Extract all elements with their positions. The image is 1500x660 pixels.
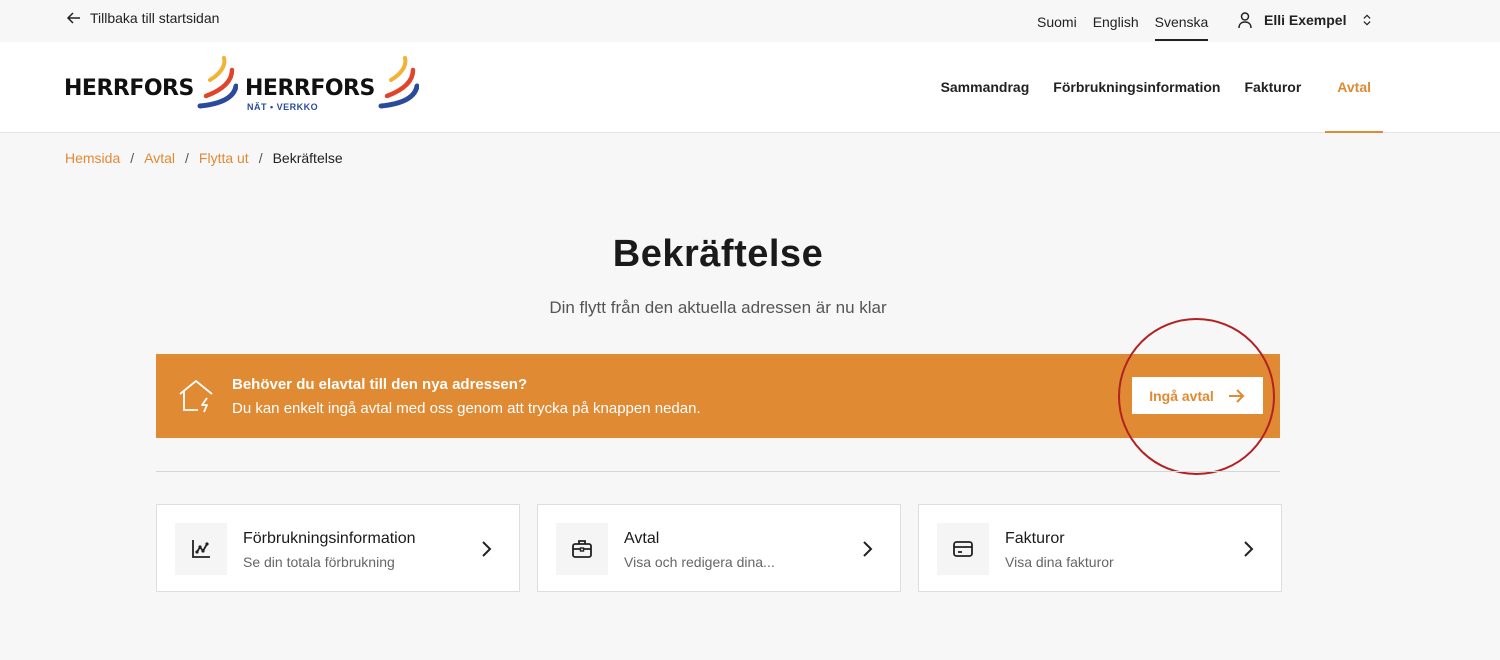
user-menu[interactable]: Elli Exempel [1236, 11, 1374, 29]
briefcase-icon [572, 540, 592, 558]
house-lightning-icon [179, 380, 213, 413]
breadcrumb-link-flytta-ut[interactable]: Flytta ut [199, 150, 249, 166]
nav-item-sammandrag[interactable]: Sammandrag [941, 42, 1030, 133]
herrfors-nat-verkko-logo[interactable]: HERRFORS NÄT • VERKKO [245, 56, 419, 118]
chevron-up-down-icon [1363, 14, 1372, 26]
chart-icon [192, 540, 210, 558]
breadcrumb-current: Bekräftelse [272, 150, 343, 166]
breadcrumb-separator: / [258, 150, 263, 166]
arrow-left-icon [66, 12, 80, 24]
nav-item-fakturor[interactable]: Fakturor [1244, 42, 1301, 133]
nav-item-forbrukningsinformation[interactable]: Förbrukningsinformation [1053, 42, 1220, 133]
section-divider [156, 471, 1280, 472]
nav-item-avtal[interactable]: Avtal [1325, 42, 1383, 133]
main-navigation: Sammandrag Förbrukningsinformation Faktu… [941, 42, 1383, 133]
herrfors-logo[interactable]: HERRFORS [64, 56, 238, 118]
card-forbrukningsinformation[interactable]: Förbrukningsinformation Se din totala fö… [156, 504, 520, 592]
breadcrumb-separator: / [130, 150, 135, 166]
card-icon-wrapper [556, 523, 608, 575]
enter-contract-button-label: Ingå avtal [1149, 387, 1214, 404]
card-title: Förbrukningsinformation [243, 530, 416, 547]
card-fakturor[interactable]: Fakturor Visa dina fakturor [918, 504, 1282, 592]
enter-contract-button[interactable]: Ingå avtal [1132, 377, 1263, 414]
back-link-label: Tillbaka till startsidan [90, 10, 220, 26]
card-icon-wrapper [175, 523, 227, 575]
card-title: Avtal [624, 530, 660, 547]
card-icon-wrapper [937, 523, 989, 575]
logo-flame-icon [197, 56, 238, 109]
logo-subtitle: NÄT • VERKKO [247, 102, 319, 112]
card-avtal[interactable]: Avtal Visa och redigera dina... [537, 504, 901, 592]
credit-card-icon [953, 541, 973, 557]
card-title: Fakturor [1005, 530, 1065, 547]
breadcrumb-separator: / [185, 150, 189, 166]
back-to-home-link[interactable]: Tillbaka till startsidan [66, 10, 219, 26]
user-name: Elli Exempel [1264, 12, 1347, 28]
logo-wordmark: HERRFORS [245, 76, 375, 101]
card-subtitle: Visa dina fakturor [1005, 554, 1114, 570]
top-utility-bar: Tillbaka till startsidan Suomi English S… [0, 0, 1500, 42]
language-option-english[interactable]: English [1093, 14, 1139, 41]
logo-wordmark: HERRFORS [64, 76, 194, 101]
banner-title: Behöver du elavtal till den nya adressen… [232, 376, 528, 393]
card-subtitle: Visa och redigera dina... [624, 554, 775, 570]
language-option-svenska[interactable]: Svenska [1154, 14, 1209, 41]
logo-flame-icon [378, 56, 419, 109]
breadcrumb-link-avtal[interactable]: Avtal [144, 150, 175, 166]
language-option-suomi[interactable]: Suomi [1037, 14, 1077, 41]
card-subtitle: Se din totala förbrukning [243, 554, 395, 570]
chevron-right-icon [863, 541, 873, 557]
quick-link-cards: Förbrukningsinformation Se din totala fö… [156, 504, 1282, 592]
page-subtitle: Din flytt från den aktuella adressen är … [549, 298, 887, 317]
page-title: Bekräftelse [612, 233, 824, 275]
chevron-right-icon [1244, 541, 1254, 557]
arrow-right-icon [1228, 388, 1245, 403]
user-icon [1238, 12, 1252, 29]
new-address-contract-banner: Behöver du elavtal till den nya adressen… [156, 354, 1280, 438]
chevron-right-icon [482, 541, 492, 557]
banner-text: Du kan enkelt ingå avtal med oss genom a… [232, 400, 701, 417]
site-header: HERRFORS HERRFORS NÄT • VERKKO Sammandra… [0, 42, 1500, 133]
breadcrumb: Hemsida / Avtal / Flytta ut / Bekräftels… [65, 150, 343, 166]
language-switcher: Suomi English Svenska [1037, 14, 1209, 41]
breadcrumb-link-hemsida[interactable]: Hemsida [65, 150, 120, 166]
